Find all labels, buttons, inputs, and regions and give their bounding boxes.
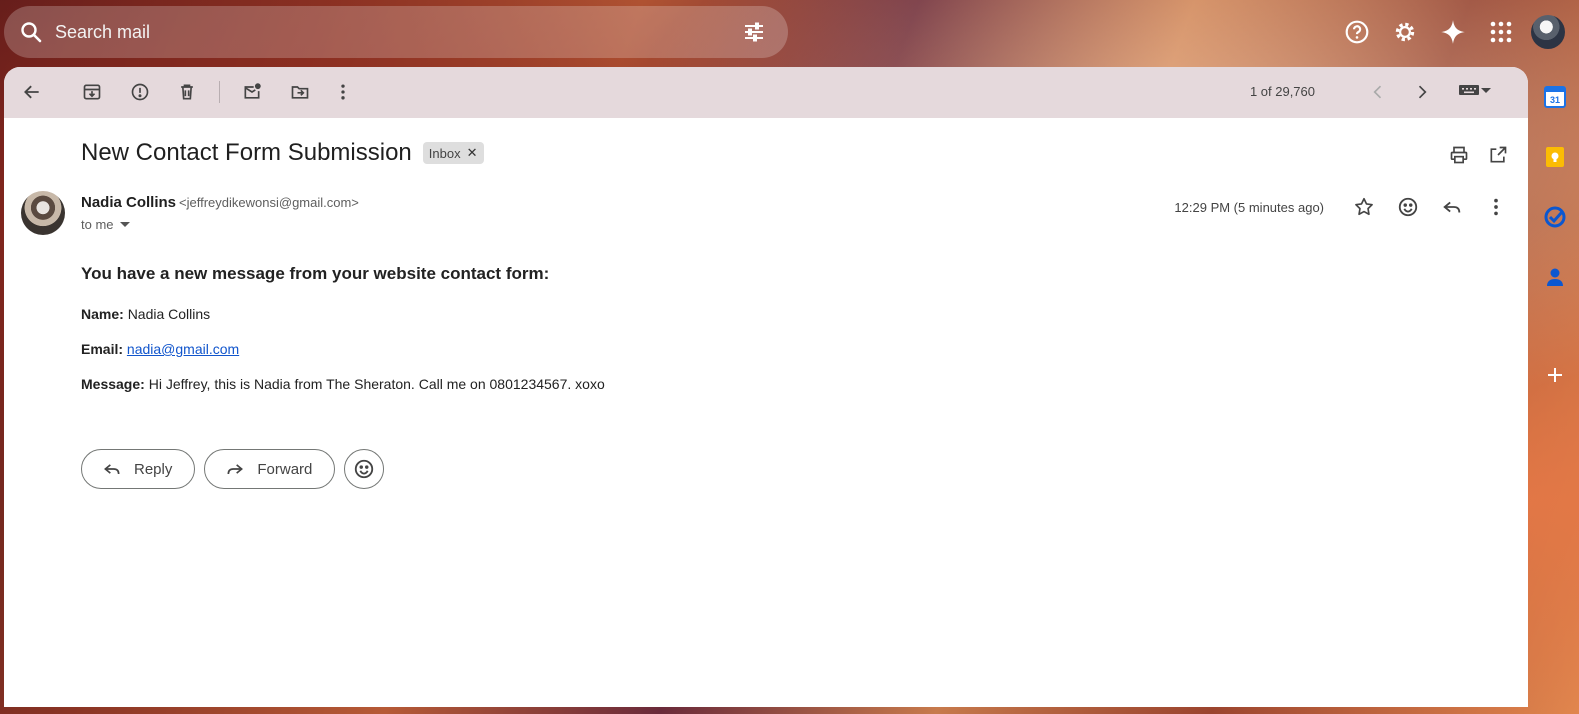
forward-button[interactable]: Forward — [204, 449, 336, 489]
open-in-new-window-icon[interactable] — [1482, 142, 1514, 168]
keyboard-icon[interactable] — [1458, 82, 1492, 98]
chevron-down-icon[interactable] — [1480, 85, 1492, 95]
keep-icon[interactable] — [1543, 145, 1567, 169]
emoji-icon — [355, 459, 374, 479]
email-label: Email: — [81, 341, 124, 357]
sender-avatar[interactable] — [21, 191, 65, 235]
settings-icon[interactable] — [1387, 14, 1423, 50]
sender-info: Nadia Collins <jeffreydikewonsi@gmail.co… — [81, 194, 359, 211]
more-vert-icon[interactable] — [1478, 189, 1514, 225]
back-icon[interactable] — [12, 72, 52, 112]
move-to-icon[interactable] — [280, 72, 320, 112]
calendar-day: 31 — [1550, 95, 1560, 105]
name-label: Name: — [81, 306, 124, 322]
email-body: You have a new message from your website… — [81, 264, 1181, 411]
label-text: Inbox — [428, 145, 461, 161]
apps-icon[interactable] — [1483, 14, 1519, 50]
delete-icon[interactable] — [167, 72, 207, 112]
search-options-icon[interactable] — [742, 20, 766, 44]
sender-email: <jeffreydikewonsi@gmail.com> — [179, 195, 359, 210]
chevron-down-icon[interactable] — [119, 222, 130, 227]
reply-button[interactable]: Reply — [81, 449, 196, 489]
print-icon[interactable] — [1443, 142, 1475, 168]
message-value: Hi Jeffrey, this is Nadia from The Shera… — [148, 376, 605, 392]
account-controls — [1327, 14, 1579, 50]
search-bar[interactable] — [4, 6, 788, 58]
search-icon[interactable] — [19, 20, 43, 44]
email-link[interactable]: nadia@gmail.com — [127, 341, 239, 357]
name-value: Nadia Collins — [127, 306, 211, 322]
email-line: Email: nadia@gmail.com — [81, 341, 1181, 357]
recipient-details[interactable]: to me — [81, 217, 130, 232]
forward-icon — [227, 464, 244, 475]
gemini-icon[interactable] — [1435, 14, 1471, 50]
mark-unread-icon[interactable] — [232, 72, 272, 112]
subject-row: New Contact Form Submission Inbox ✕ — [81, 139, 484, 167]
toolbar-divider — [219, 81, 220, 103]
emoji-react-button[interactable] — [344, 449, 385, 489]
recipient-text: to me — [81, 217, 114, 232]
side-panel: 31 — [1531, 67, 1579, 707]
message-label: Message: — [81, 376, 145, 392]
message-meta: 12:29 PM (5 minutes ago) — [1174, 189, 1514, 225]
subject-actions — [1436, 142, 1514, 168]
calendar-icon[interactable]: 31 — [1543, 85, 1567, 109]
help-icon[interactable] — [1339, 14, 1375, 50]
inbox-label-chip[interactable]: Inbox ✕ — [422, 142, 484, 164]
reply-actions: Reply Forward — [81, 449, 385, 489]
add-addon-icon[interactable] — [1543, 363, 1567, 387]
archive-icon[interactable] — [72, 72, 112, 112]
email-subject: New Contact Form Submission — [81, 139, 412, 166]
search-input[interactable] — [55, 21, 742, 43]
tasks-icon[interactable] — [1543, 205, 1567, 229]
sender-name[interactable]: Nadia Collins — [81, 194, 176, 211]
forward-label: Forward — [257, 460, 313, 478]
pagination-count: 1 of 29,760 — [1249, 84, 1315, 99]
message-view: 1 of 29,760 New Contact Form Submission … — [4, 67, 1528, 707]
chevron-right-icon[interactable] — [1402, 72, 1442, 112]
name-line: Name: Nadia Collins — [81, 306, 1181, 322]
reply-label: Reply — [134, 460, 173, 478]
reply-icon — [104, 464, 120, 475]
remove-label-icon[interactable]: ✕ — [467, 145, 478, 161]
contacts-icon[interactable] — [1543, 265, 1567, 289]
message-timestamp: 12:29 PM (5 minutes ago) — [1174, 199, 1324, 215]
body-heading: You have a new message from your website… — [81, 264, 550, 283]
report-spam-icon[interactable] — [120, 72, 160, 112]
emoji-icon[interactable] — [1390, 189, 1426, 225]
chevron-left-icon[interactable] — [1358, 72, 1398, 112]
message-line: Message: Hi Jeffrey, this is Nadia from … — [81, 376, 1181, 392]
reply-icon[interactable] — [1434, 189, 1470, 225]
account-avatar[interactable] — [1531, 15, 1565, 49]
message-toolbar: 1 of 29,760 — [4, 67, 1528, 118]
more-icon[interactable] — [323, 72, 363, 112]
star-icon[interactable] — [1346, 189, 1382, 225]
